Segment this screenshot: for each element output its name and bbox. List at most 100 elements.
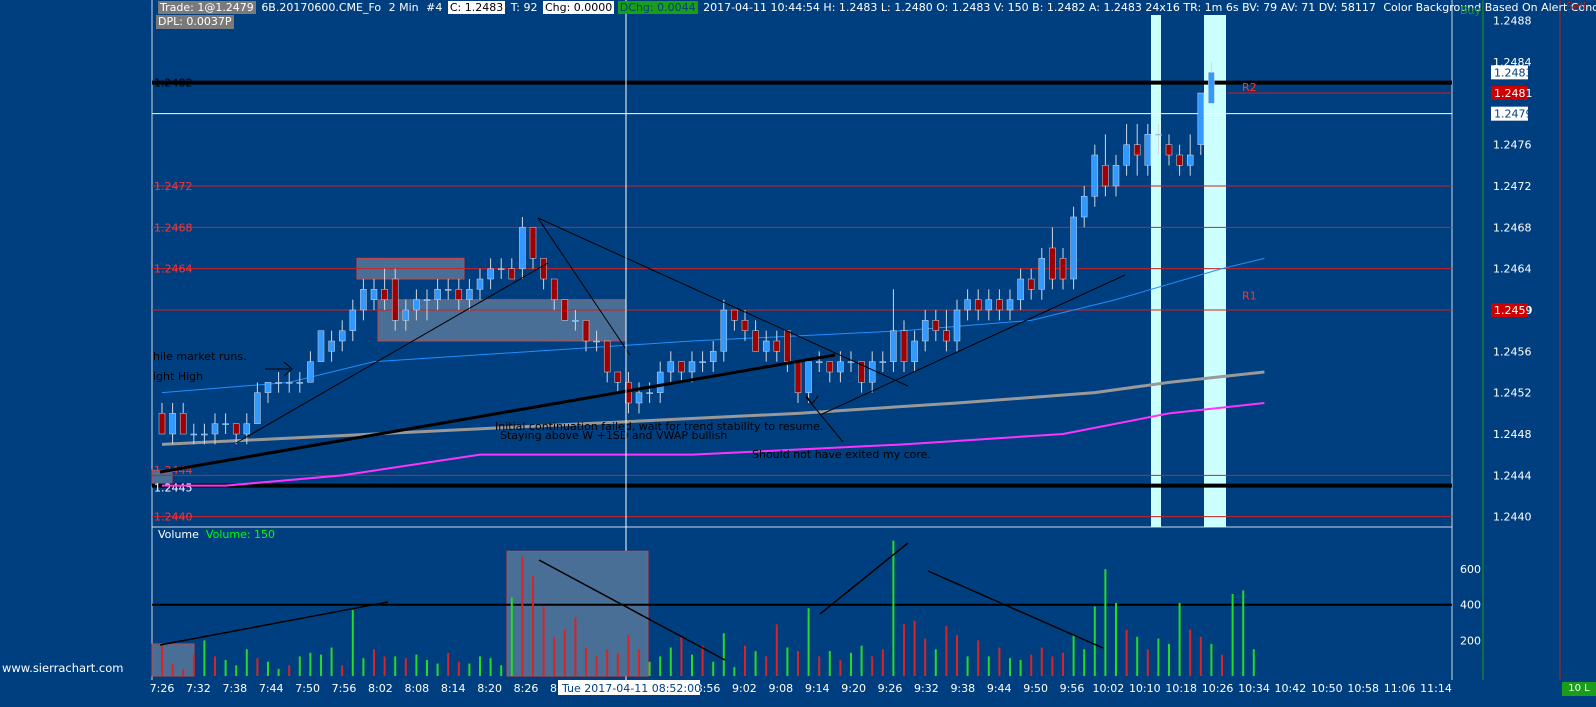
candle-body [285,382,293,384]
y-tick-label: 1.2476 [1493,139,1532,152]
candle-body [815,361,823,363]
volume-zone-box [506,550,649,677]
x-tick-label: 9:56 [1060,682,1085,695]
candle-body [964,299,971,311]
candle-body [678,361,685,373]
candle-body [1133,144,1141,156]
candle-body [974,299,982,311]
trade-label: Trade: 1@1.2479 [158,1,256,14]
x-tick-label: 10:26 [1202,682,1234,695]
x-tick-label: 8:26 [514,682,539,695]
volume-value: Volume: 150 [205,528,276,541]
candle-body [423,299,431,301]
alert-background-bar [1151,15,1161,527]
candle-body [741,320,749,331]
level-label: 1.2472 [154,180,193,193]
candle-body [879,361,887,363]
candle-body [455,289,463,300]
candle-body [179,413,187,435]
x-tick-label: 8:08 [404,682,429,695]
chart-header: Trade: 1@1.2479 6B.20170600.CME_Fo 2 Min… [158,0,1596,15]
x-tick-label: 9:08 [768,682,793,695]
candle-body [773,340,781,352]
last-price-label: 1.2483 [1494,66,1533,79]
x-tick-label: 9:32 [914,682,939,695]
candle-body [370,289,378,300]
y-tick-label: 1.2464 [1493,263,1532,276]
chg-value: Chg: 0.0000 [542,1,615,14]
interval-label: 2 Min [388,1,419,14]
candle-body [1176,154,1183,166]
x-tick-label: 7:26 [150,682,175,695]
candle-body [890,330,897,362]
x-tick-label: 10:34 [1238,682,1270,695]
candle-body [466,289,473,300]
candle-body [243,423,251,435]
candle-body [264,382,272,393]
candle-body [413,299,420,311]
bar-stats: 2017-04-11 10:44:54 H: 1.2483 L: 1.2480 … [703,1,1376,14]
candle-body [190,433,198,436]
candle-body [911,340,918,362]
candle-body [1091,154,1099,197]
candle-body [805,361,812,393]
volume-tick-label: 200 [1460,634,1481,647]
candle-body [1144,134,1152,166]
candle-body [794,361,802,393]
sell-button[interactable]: Sell [1566,0,1586,13]
order-qty-badge[interactable]: 10 L [1562,682,1596,696]
x-tick-label: 7:38 [222,682,247,695]
candle-body [1027,278,1035,290]
x-tick-label: 9:38 [950,682,975,695]
price-chart[interactable]: 1.2482 1.2472 1.2468 1.2464 1.2445 1.2444 1.24… [0,0,1596,707]
x-tick-label: 10:10 [1129,682,1161,695]
ticks-value: T: 92 [510,1,538,14]
candle-body [232,423,240,435]
candle-body [667,361,675,373]
volume-trendline [819,542,909,615]
level-label: 1.2445 [154,482,193,495]
candle-body [211,423,219,435]
candle-body [254,392,261,424]
candle-body [762,340,770,352]
y-tick-label: 1.2448 [1493,428,1532,441]
r1-price-label: 1.2459 [1494,304,1533,317]
annotation-text: Staying above W +1SD and VWAP bullish [500,429,727,442]
candle-body [1155,134,1162,136]
volume-tick-label: 600 [1460,563,1481,576]
candle-body [222,423,229,425]
candle-body [158,413,166,435]
candle-body [328,340,335,352]
chart-window: 1.2482 1.2472 1.2468 1.2464 1.2445 1.2444 1.24… [0,0,1596,707]
candle-body [709,351,717,362]
white-line-price-label: 1.2479 [1494,108,1533,121]
candle-body [476,278,484,290]
candle-body [953,309,961,342]
x-tick-label: 10:18 [1165,682,1197,695]
candle-body [1038,258,1046,290]
x-tick-label: 9:02 [732,682,757,695]
candle-body [519,227,526,269]
y-tick-label: 1.2472 [1493,180,1532,193]
annotation-text: Should not have exited my core. [752,448,931,461]
candle-body [317,330,325,362]
candle-body [349,309,357,331]
candle-body [381,289,388,300]
x-tick-label: 9:26 [878,682,903,695]
cursor-time-label: Tue 2017-04-11 08:52:00 [561,682,701,695]
candle-body [837,361,844,373]
volume-name: Volume [158,528,199,541]
dpl-label: DPL: 0.0037P [156,15,234,29]
candle-body [1197,92,1205,145]
r1-label: R1 [1242,290,1257,303]
candle-body [900,330,908,362]
annotation-text: hile market runs. [153,350,247,363]
candle-body [487,268,494,280]
candle-body [1112,165,1120,187]
candle-body [614,371,622,383]
candle-body [826,361,834,373]
buy-button[interactable]: Buy [1460,4,1481,17]
candle-body [932,320,940,331]
candle-body [1123,144,1130,166]
x-tick-label: 9:50 [1023,682,1048,695]
